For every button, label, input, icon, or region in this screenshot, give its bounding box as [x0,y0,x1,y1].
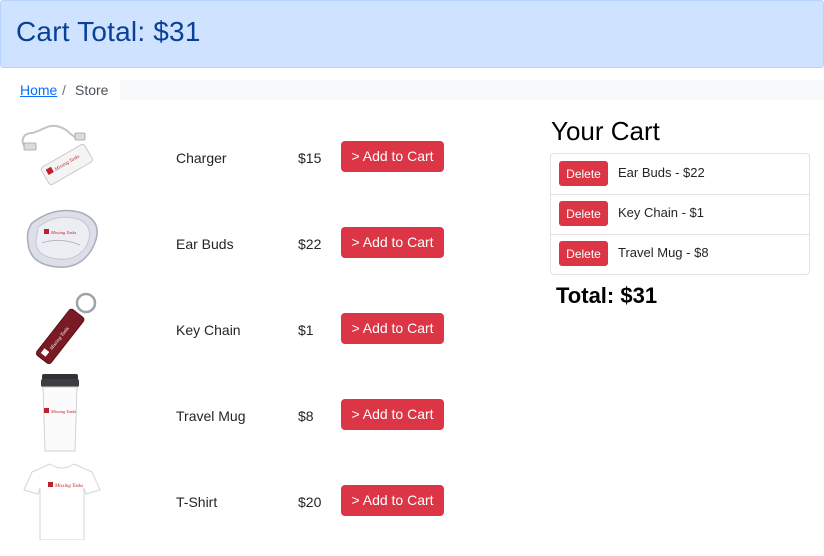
charger-image: Missing Tasks [21,124,93,186]
product-price: $1 [298,322,314,338]
page-header: Cart Total: $31 [0,0,824,68]
cart-item: Delete Travel Mug - $8 [551,234,809,274]
product-name: Ear Buds [176,236,234,252]
earbuds-image: Missing Tasks [26,209,98,268]
breadcrumb-separator: / [62,82,66,98]
add-to-cart-button[interactable]: > Add to Cart [341,485,444,516]
product-price: $22 [298,236,322,252]
product-row-key-chain: Missing Tasks Key Chain $1 > Add to Cart [0,287,470,373]
product-name: Travel Mug [176,408,246,424]
product-row-t-shirt: Missing Tasks T-Shirt $20 > Add to Cart [0,459,470,545]
cart-item-label: Ear Buds - $22 [618,165,705,180]
cart-total: Total: $31 [556,283,658,308]
add-to-cart-button[interactable]: > Add to Cart [341,399,444,430]
add-to-cart-button[interactable]: > Add to Cart [341,227,444,258]
cart-item-label: Travel Mug - $8 [618,245,709,260]
product-price: $8 [298,408,314,424]
breadcrumb-home-link[interactable]: Home [20,80,57,100]
tshirt-image: Missing Tasks [23,463,101,540]
breadcrumb: Home / Store [0,80,824,100]
delete-button[interactable]: Delete [559,161,608,186]
cart-item-label: Key Chain - $1 [618,205,704,220]
delete-button[interactable]: Delete [559,241,608,266]
travel-mug-image: Missing Tasks [41,374,79,452]
cart-item: Delete Key Chain - $1 [551,194,809,235]
your-cart-heading: Your Cart [551,116,660,146]
cart-item: Delete Ear Buds - $22 [551,154,809,195]
product-price: $20 [298,494,322,510]
product-name: Key Chain [176,322,241,338]
cart-total-title: Cart Total: $31 [16,16,201,47]
cart-list: Delete Ear Buds - $22 Delete Key Chain -… [550,153,810,275]
product-row-charger: Missing Tasks Charger $15 > Add to Cart [0,115,470,201]
svg-text:Missing Tasks: Missing Tasks [50,230,76,235]
add-to-cart-button[interactable]: > Add to Cart [341,313,444,344]
product-row-travel-mug: Missing Tasks Travel Mug $8 > Add to Car… [0,373,470,459]
svg-text:Missing Tasks: Missing Tasks [50,409,76,414]
keychain-image: Missing Tasks [35,292,97,365]
product-price: $15 [298,150,322,166]
product-name: T-Shirt [176,494,218,510]
add-to-cart-button[interactable]: > Add to Cart [341,141,444,172]
product-name: Charger [176,150,227,166]
breadcrumb-current: Store [75,82,109,98]
svg-text:Missing Tasks: Missing Tasks [54,484,83,489]
delete-button[interactable]: Delete [559,201,608,226]
product-row-ear-buds: Missing Tasks Ear Buds $22 > Add to Cart [0,201,470,287]
